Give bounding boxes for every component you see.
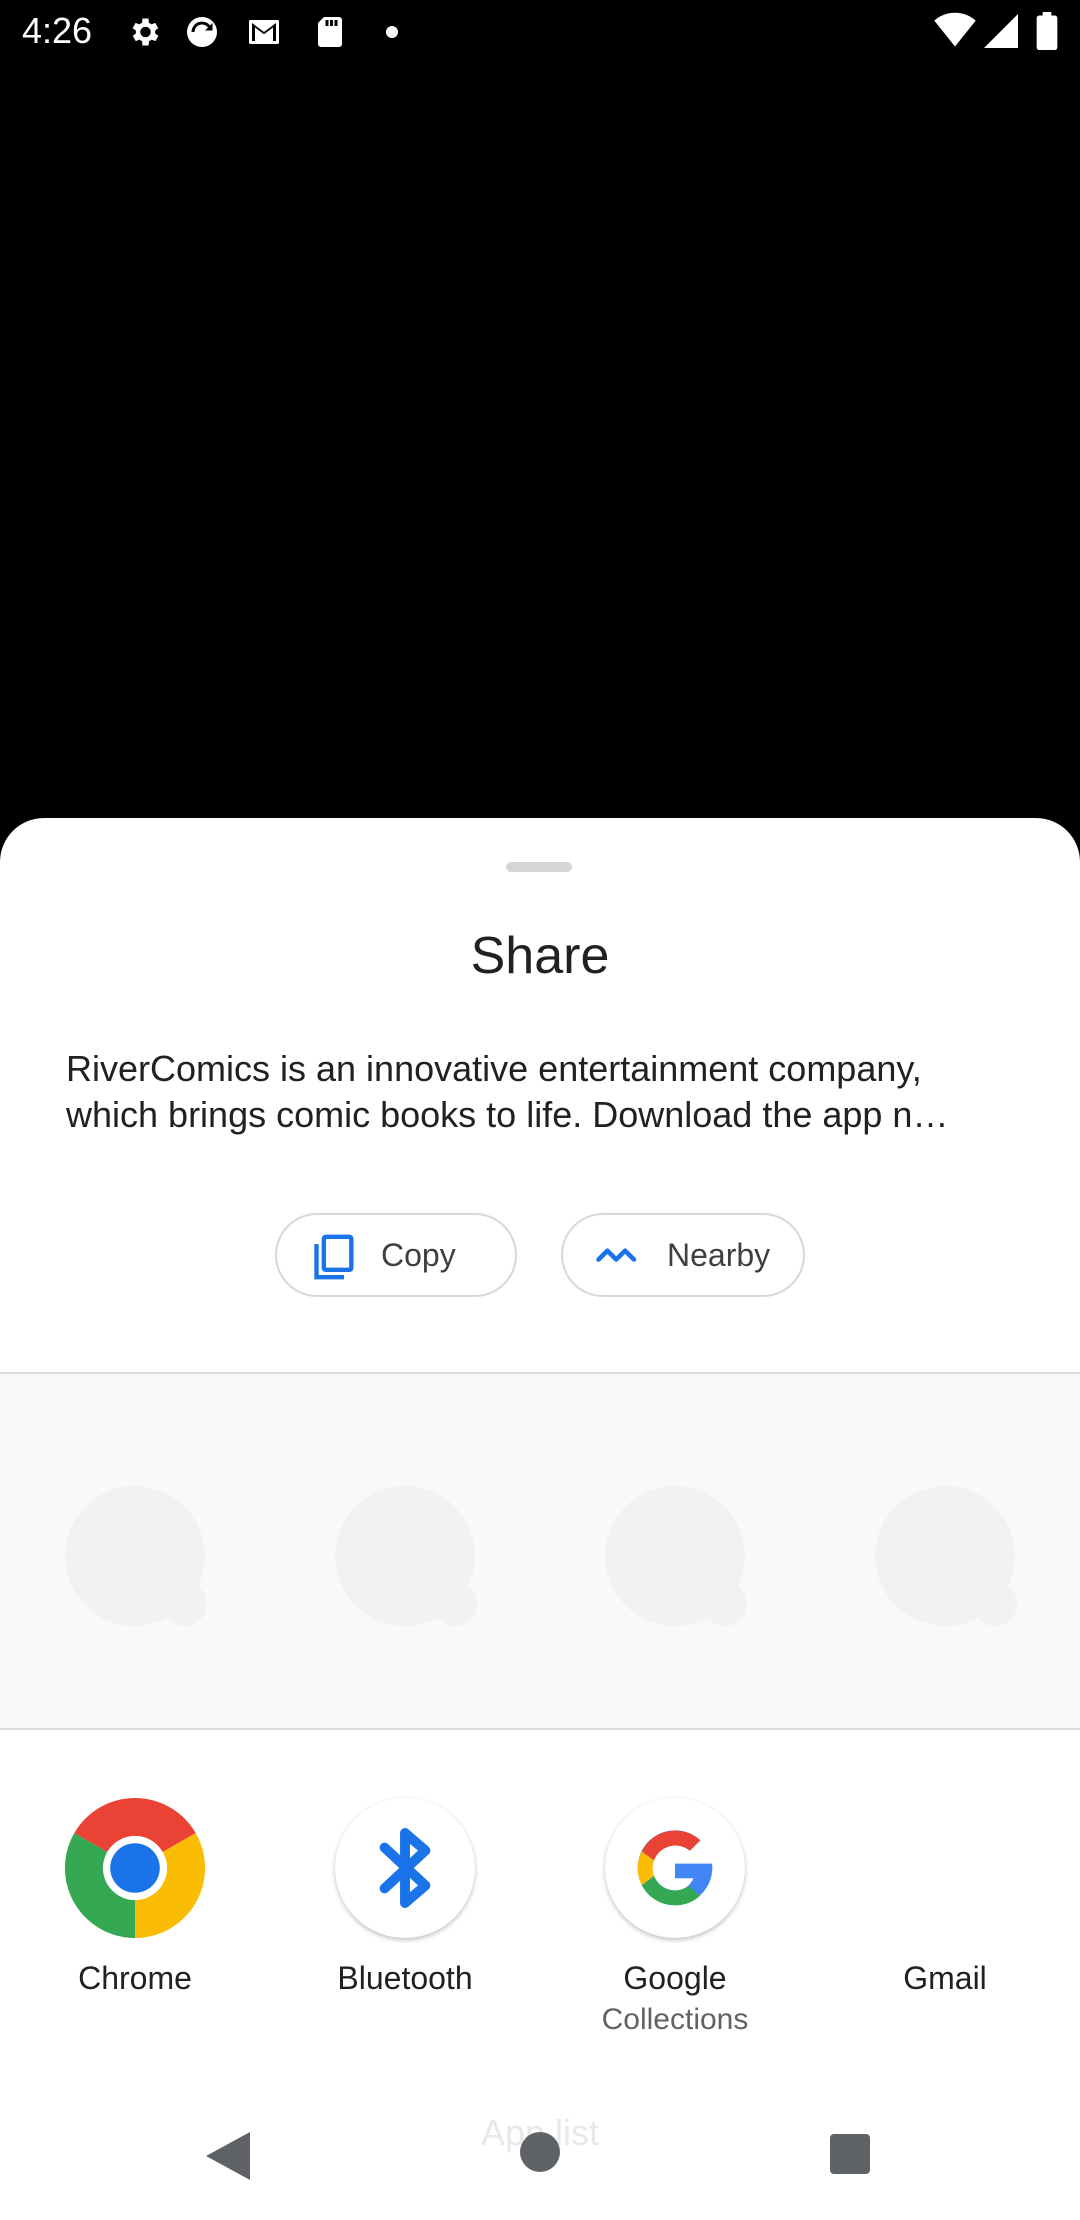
nearby-share-icon xyxy=(596,1248,637,1262)
status-time: 4:26 xyxy=(22,10,93,51)
direct-share-placeholder xyxy=(605,1486,747,1626)
app-name: Google xyxy=(623,1960,727,1996)
dot-icon xyxy=(386,26,398,38)
share-target-gmail[interactable]: Gmail xyxy=(835,1798,1055,1997)
recents-button[interactable] xyxy=(830,2134,870,2174)
direct-share-placeholder xyxy=(335,1486,477,1626)
copy-label: Copy xyxy=(381,1237,456,1273)
app-name: Chrome xyxy=(78,1960,192,1996)
share-target-bluetooth[interactable]: Bluetooth xyxy=(295,1798,515,1997)
battery-icon xyxy=(1036,12,1058,50)
divider-bottom xyxy=(0,1728,1080,1730)
app-subname: Collections xyxy=(601,2003,749,2036)
copy-icon xyxy=(314,1234,354,1280)
navigation-bar: App list xyxy=(0,2090,1080,2220)
share-text-preview: RiverComics is an innovative entertainme… xyxy=(66,1046,1016,1138)
direct-share-row xyxy=(0,1374,1080,1728)
direct-share-placeholder xyxy=(65,1486,207,1626)
signal-icon xyxy=(984,14,1018,48)
google-icon xyxy=(605,1798,745,1938)
sd-card-icon xyxy=(318,17,342,47)
copy-button[interactable]: Copy xyxy=(275,1213,517,1297)
share-target-google-collections[interactable]: Google Collections xyxy=(565,1798,785,2037)
sheet-title: Share xyxy=(470,927,610,985)
nearby-label: Nearby xyxy=(667,1237,771,1273)
home-button[interactable] xyxy=(520,2132,560,2172)
vpn-sync-icon xyxy=(187,17,217,47)
share-text-line-1: RiverComics is an innovative entertainme… xyxy=(66,1048,922,1089)
settings-icon xyxy=(132,18,159,46)
bluetooth-icon xyxy=(335,1798,475,1938)
wifi-icon xyxy=(934,12,976,47)
status-bar: 4:26 xyxy=(0,0,1080,64)
back-icon[interactable] xyxy=(206,2132,250,2180)
share-text-line-2: which brings comic books to life. Downlo… xyxy=(66,1094,949,1135)
direct-share-placeholder xyxy=(875,1486,1017,1626)
app-name: Bluetooth xyxy=(337,1960,473,1996)
drag-handle[interactable] xyxy=(506,862,572,872)
app-name: Gmail xyxy=(903,1960,987,1996)
gmail-icon xyxy=(249,20,279,44)
chrome-icon xyxy=(64,1798,206,1938)
share-target-chrome[interactable]: Chrome xyxy=(25,1798,245,1997)
nearby-button[interactable]: Nearby xyxy=(561,1213,805,1297)
share-sheet: Share RiverComics is an innovative enter… xyxy=(0,818,1080,2220)
gmail-app-icon xyxy=(875,1798,1015,1938)
